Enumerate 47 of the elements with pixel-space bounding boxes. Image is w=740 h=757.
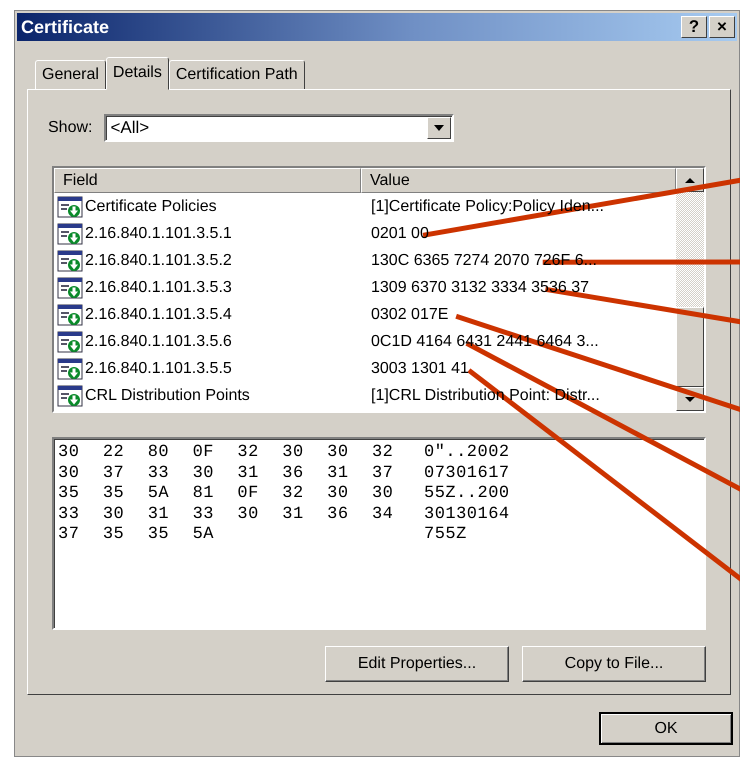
table-cell[interactable]: CRL Distribution Points [85,386,250,404]
column-header[interactable]: Value [361,168,676,193]
table-cell[interactable]: Certificate Policies [85,198,217,216]
certificate-icon [57,358,83,380]
close-button[interactable]: × [709,16,735,38]
hex-bytes: 35 35 5A 81 0F 32 30 30 [58,484,394,504]
certificate-icon [57,196,83,218]
scroll-thumb[interactable] [676,307,704,387]
ok-button[interactable]: OK [599,712,733,745]
table-cell[interactable]: 2.16.840.1.101.3.5.3 [85,278,232,296]
tab[interactable]: General [35,60,106,89]
table-cell[interactable]: 0201 00 [371,224,429,242]
hex-ascii: 30130164 [424,504,510,525]
window-title: Certificate [21,16,110,38]
down-arrow-icon [684,396,696,402]
hex-ascii: 07301617 [424,464,510,484]
dialog-button[interactable]: Copy to File... [522,646,706,682]
show-label: Show: [48,119,92,137]
hex-ascii: 0"..2002 [424,443,510,464]
table-cell[interactable]: 0302 017E [371,306,448,324]
certificate-icon [57,304,83,326]
table-cell[interactable]: 2.16.840.1.101.3.5.4 [85,306,232,324]
column-header[interactable]: Field [54,168,361,193]
certificate-icon [57,222,83,244]
tab[interactable]: Certification Path [168,60,305,89]
table-cell[interactable]: 2.16.840.1.101.3.5.1 [85,224,232,242]
table-cell[interactable]: 3003 1301 41 [371,360,469,378]
dialog-button[interactable]: Edit Properties... [325,646,509,682]
table-cell[interactable]: 2.16.840.1.101.3.5.5 [85,360,232,378]
hex-bytes: 33 30 31 33 30 31 36 34 [58,504,394,525]
tab[interactable]: Details [106,57,169,90]
hex-bytes: 30 22 80 0F 32 30 30 32 [58,443,394,464]
table-cell[interactable]: 2.16.840.1.101.3.5.6 [85,332,232,350]
hex-bytes: 30 37 33 30 31 36 31 37 [58,464,394,484]
hex-ascii: 755Z [424,525,467,546]
help-button[interactable]: ? [681,16,707,38]
show-dropdown[interactable]: <All> [104,114,454,142]
certificate-icon [57,330,83,352]
hex-bytes: 37 35 35 5A [58,525,215,546]
table-cell[interactable]: 2.16.840.1.101.3.5.2 [85,252,232,270]
scrollbar[interactable] [676,168,704,411]
up-arrow-icon [684,176,696,184]
certificate-icon [57,384,83,406]
certificate-icon [57,250,83,272]
hex-ascii: 55Z..200 [424,484,510,504]
table-cell[interactable]: 0C1D 4164 6431 2441 6464 3... [371,332,599,350]
certificate-icon [57,276,83,298]
